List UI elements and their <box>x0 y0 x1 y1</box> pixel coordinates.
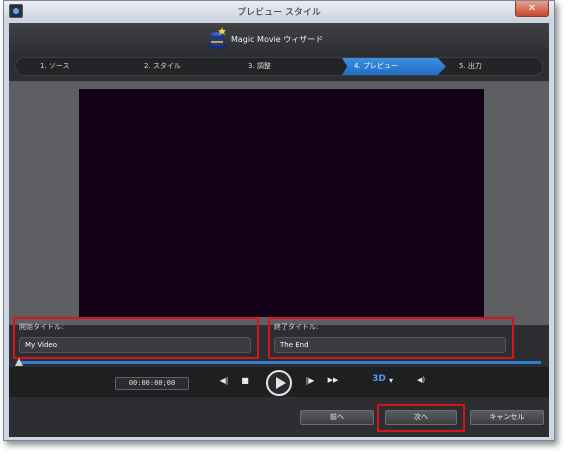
ending-title-panel: 終了タイトル: <box>268 317 514 359</box>
seek-bar[interactable] <box>17 361 541 364</box>
step-source[interactable]: 1. ソース <box>40 58 70 75</box>
next-frame-icon[interactable]: |▶ <box>303 376 317 385</box>
player-controls: 00:00:00;00 ◀| ■ |▶ ▶▶ 3D ▾ ◀) <box>9 367 549 397</box>
app-name: Magic Movie ウィザード <box>231 35 324 44</box>
next-button[interactable]: 次へ <box>385 410 457 425</box>
stop-icon[interactable]: ■ <box>239 376 251 385</box>
opening-title-panel: 開始タイトル: <box>13 317 259 359</box>
title-bar: プレビュー スタイル ✕ <box>4 1 554 22</box>
ending-title-label: 終了タイトル: <box>274 323 319 331</box>
previous-frame-icon[interactable]: ◀| <box>217 376 231 385</box>
ending-title-input[interactable] <box>274 337 506 353</box>
step-preview[interactable]: 4. プレビュー <box>354 58 398 75</box>
play-button[interactable] <box>266 370 292 396</box>
wizard-footer: 前へ 次へ キャンセル <box>9 397 549 437</box>
window-title: プレビュー スタイル <box>237 8 321 18</box>
wizard-steps: 1. ソース 2. スタイル 3. 調整 4. プレビュー 5. 出力 <box>15 57 543 76</box>
back-button[interactable]: 前へ <box>300 410 374 425</box>
opening-title-input[interactable] <box>19 337 251 353</box>
timecode-display: 00:00:00;00 <box>115 377 189 390</box>
close-button[interactable]: ✕ <box>515 1 549 17</box>
chevron-down-icon[interactable]: ▾ <box>387 376 395 385</box>
wizard-client: Magic Movie ウィザード 1. ソース 2. スタイル 3. 調整 4… <box>9 23 549 437</box>
step-output[interactable]: 5. 出力 <box>459 58 482 75</box>
video-preview[interactable] <box>79 89 484 317</box>
preview-stage <box>9 81 549 325</box>
step-adjust[interactable]: 3. 調整 <box>248 58 271 75</box>
volume-icon[interactable]: ◀) <box>413 376 429 384</box>
fast-forward-icon[interactable]: ▶▶ <box>325 376 341 384</box>
3d-mode-icon[interactable]: 3D <box>371 374 387 384</box>
wizard-header: Magic Movie ウィザード <box>9 23 549 55</box>
cancel-button[interactable]: キャンセル <box>470 410 544 425</box>
step-style[interactable]: 2. スタイル <box>144 58 181 75</box>
opening-title-label: 開始タイトル: <box>19 323 64 331</box>
magic-hat-icon <box>207 27 227 49</box>
app-window: プレビュー スタイル ✕ Magic Movie ウィザード 1. ソース 2.… <box>3 0 555 441</box>
seek-thumb[interactable] <box>15 358 23 366</box>
